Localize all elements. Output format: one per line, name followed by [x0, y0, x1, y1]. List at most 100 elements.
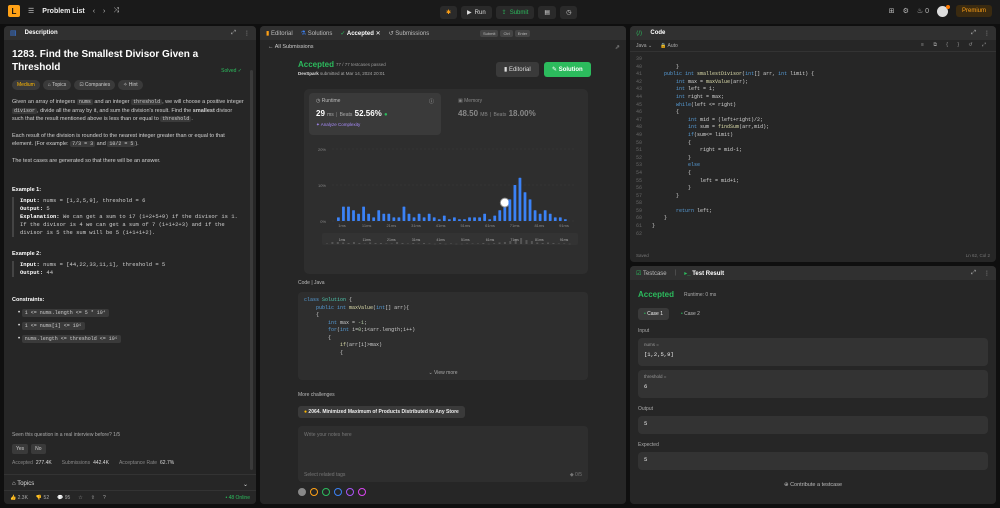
analyze-complexity-link[interactable]: ✦ Analyze Complexity — [316, 122, 434, 128]
chart-bar[interactable] — [468, 217, 471, 221]
chart-bar[interactable] — [367, 213, 371, 221]
chart-bar[interactable] — [417, 213, 421, 221]
color-swatch[interactable] — [322, 488, 330, 496]
chart-bar[interactable] — [478, 217, 481, 221]
chart-bar[interactable] — [357, 213, 360, 221]
chart-bar[interactable] — [498, 210, 502, 221]
chart-bar[interactable] — [392, 217, 396, 221]
topics-tag[interactable]: ⌂ Topics — [42, 80, 72, 90]
tab-submissions[interactable]: ↺ Submissions — [389, 30, 430, 37]
expand-icon[interactable]: ⤢ — [231, 30, 236, 37]
chart-bar[interactable] — [337, 217, 340, 221]
chart-bar[interactable] — [437, 219, 441, 221]
chart-bar[interactable] — [432, 217, 436, 221]
chart-bar[interactable] — [397, 217, 401, 221]
tab-testcase[interactable]: ☑ Testcase — [636, 270, 667, 277]
case-2-tab[interactable]: • Case 2 — [675, 308, 706, 320]
chart-bar[interactable] — [508, 199, 512, 221]
hint-tag[interactable]: ✧ Hint — [118, 80, 143, 90]
chart-bar[interactable] — [463, 219, 466, 221]
dislike-button[interactable]: 👎 52 — [36, 495, 49, 501]
next-problem-icon[interactable]: › — [103, 8, 105, 15]
list-icon[interactable]: ☰ — [28, 7, 34, 15]
fire-icon[interactable]: ♨ 0 — [917, 7, 929, 15]
tab-accepted[interactable]: ✓ Accepted ✕ — [340, 30, 380, 37]
chart-bar[interactable] — [352, 210, 355, 221]
chart-bar[interactable] — [447, 219, 451, 221]
color-swatch[interactable] — [358, 488, 366, 496]
color-swatch[interactable] — [310, 488, 318, 496]
chart-bar[interactable] — [402, 206, 406, 221]
view-more-button[interactable]: ⌄ View more — [298, 370, 588, 378]
memory-box[interactable]: ▣ Memory 48.50 MB | Beats 18.00% — [451, 93, 583, 135]
tab-code[interactable]: Code — [650, 30, 665, 36]
comments-button[interactable]: 💬 95 — [57, 495, 70, 501]
chart-bar[interactable] — [538, 213, 542, 221]
color-swatch[interactable] — [346, 488, 354, 496]
chart-bar[interactable] — [412, 217, 416, 221]
color-swatch[interactable] — [298, 488, 306, 496]
chart-bar[interactable] — [548, 213, 552, 221]
debug-button[interactable]: ✱ — [440, 6, 458, 19]
chart-bar[interactable] — [427, 213, 431, 221]
chart-bar[interactable] — [458, 219, 461, 221]
contribute-testcase-link[interactable]: ⊕ Contribute a testcase — [630, 482, 996, 488]
yes-button[interactable]: Yes — [12, 444, 29, 454]
chart-bar[interactable] — [387, 213, 391, 221]
help-icon[interactable]: ? — [103, 495, 106, 501]
problem-list-link[interactable]: Problem List — [42, 8, 84, 15]
companies-tag[interactable]: ⊡ Companies — [74, 80, 116, 90]
challenge-link[interactable]: ● 2064. Minimized Maximum of Products Di… — [298, 406, 465, 418]
chart-bar[interactable] — [558, 217, 562, 221]
chart-bar[interactable] — [377, 210, 381, 221]
chart-bar[interactable] — [382, 213, 386, 221]
language-select[interactable]: Java ⌄ — [636, 43, 652, 49]
chart-bar[interactable] — [342, 206, 345, 221]
chart-bar[interactable] — [528, 199, 532, 221]
scrollbar[interactable] — [250, 70, 253, 470]
settings-icon[interactable]: ⚙ — [903, 7, 909, 15]
shuffle-icon[interactable]: ⤨ — [113, 7, 119, 15]
layout-icon[interactable]: ⊞ — [889, 7, 895, 15]
expand-icon[interactable]: ⤢ — [971, 30, 976, 37]
chart-bar[interactable] — [523, 192, 527, 221]
auto-toggle[interactable]: 🔒 Auto — [660, 43, 678, 49]
like-button[interactable]: 👍 2.3K — [10, 495, 28, 501]
tab-test-result[interactable]: ▸_ Test Result — [684, 270, 724, 277]
chart-bar[interactable] — [483, 213, 487, 221]
timer-button[interactable]: ◷ — [560, 6, 578, 19]
close-icon[interactable]: ✕ — [376, 31, 381, 37]
tab-solutions[interactable]: ⚗ Solutions — [301, 30, 333, 37]
runtime-distribution-chart[interactable]: 20% 10% 0% 1ms 11ms 21ms 31ms 41ms 51ms 61ms 71ms 8… — [304, 139, 588, 274]
chart-bar[interactable] — [407, 213, 411, 221]
favorite-icon[interactable]: ☆ — [78, 495, 82, 501]
share-icon[interactable]: ⇗ — [615, 44, 620, 51]
related-tags-select[interactable]: Select related tags — [304, 472, 345, 478]
case-1-tab[interactable]: • Case 1 — [638, 308, 669, 320]
chart-bar[interactable] — [493, 215, 497, 221]
chart-bar[interactable] — [553, 217, 557, 221]
more-icon[interactable]: ⋮ — [984, 270, 990, 277]
chart-bar[interactable] — [422, 217, 426, 221]
chart-bar[interactable] — [362, 206, 365, 221]
chart-bar[interactable] — [453, 217, 456, 221]
color-swatch[interactable] — [334, 488, 342, 496]
chart-bar[interactable] — [488, 219, 492, 221]
notes-area[interactable]: Write your notes here Select related tag… — [298, 426, 588, 482]
chart-bar[interactable] — [543, 210, 547, 221]
solution-button[interactable]: ✎ Solution — [544, 62, 591, 77]
leetcode-logo[interactable]: L — [8, 5, 20, 17]
all-submissions-link[interactable]: ← All Submissions — [260, 40, 626, 54]
prev-problem-icon[interactable]: ‹ — [93, 8, 95, 15]
more-icon[interactable]: ⋮ — [984, 30, 990, 37]
chart-bar[interactable] — [473, 217, 476, 221]
chart-bar[interactable] — [372, 217, 376, 221]
chart-bar[interactable] — [513, 185, 517, 221]
editor-tools[interactable]: ≡ ⧉ { } ↺ ⤢ — [921, 42, 990, 48]
chart-bar[interactable] — [533, 210, 537, 221]
expand-icon[interactable]: ⤢ — [971, 270, 976, 277]
chart-bar[interactable] — [347, 206, 350, 221]
code-editor[interactable]: 39 40 } 41 public int smallestDivisor(int[… — [630, 52, 996, 242]
tab-description[interactable]: Description — [25, 30, 58, 36]
runtime-box[interactable]: ◷ Runtime ⓘ 29 ms | Beats 52.56% ● ✦ Anal… — [309, 93, 441, 135]
